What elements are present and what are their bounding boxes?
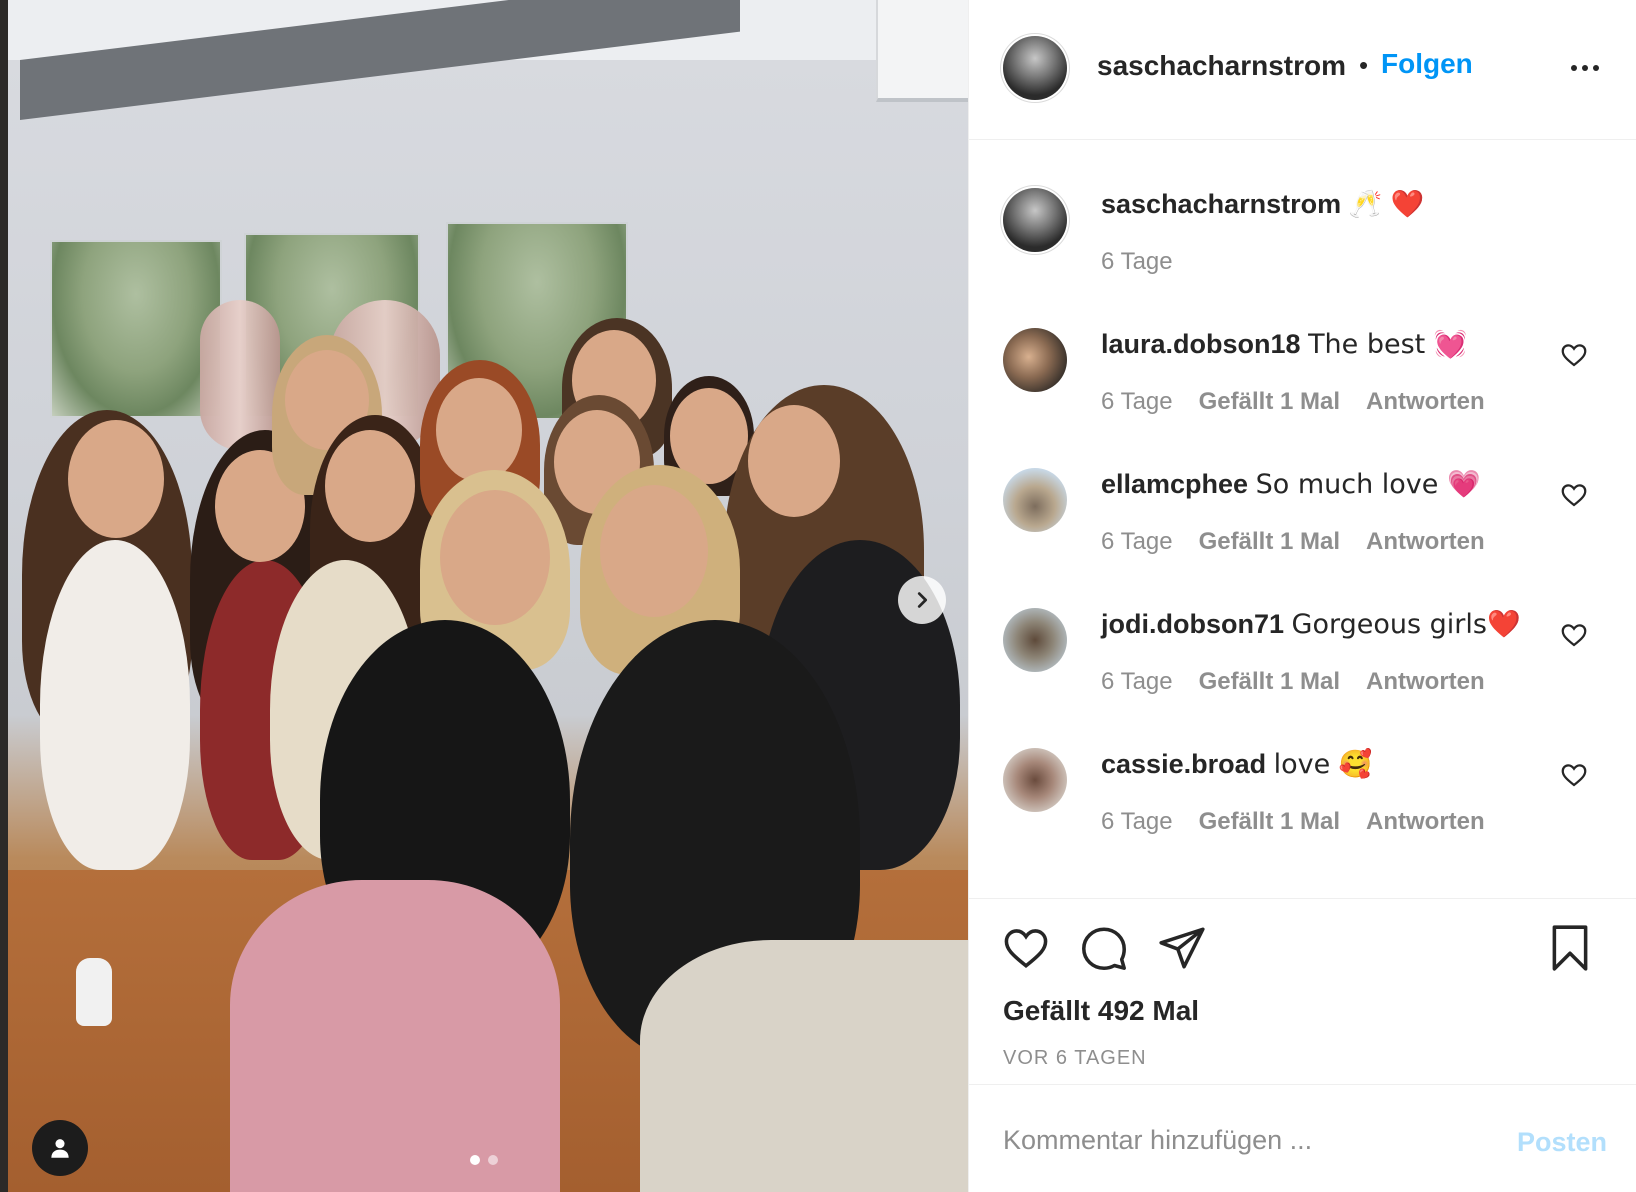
comment-icon [1082, 927, 1126, 970]
author-avatar[interactable] [1003, 36, 1067, 100]
user-tag-icon [51, 1139, 69, 1158]
share-button[interactable] [1157, 923, 1207, 973]
photo-left-edge [0, 0, 8, 1192]
comment-body: So much love 💗 [1255, 469, 1481, 500]
like-button[interactable] [1001, 923, 1051, 973]
caption-username[interactable]: saschacharnstrom [1101, 189, 1341, 219]
photo-person-head [436, 378, 522, 482]
comment-button[interactable] [1079, 923, 1129, 973]
photo-person-head [748, 405, 840, 517]
carousel-dot [470, 1155, 480, 1165]
author-username[interactable]: saschacharnstrom [1097, 50, 1346, 82]
photo-air-conditioner [876, 0, 968, 102]
bookmark-icon [1552, 925, 1588, 971]
comment-username[interactable]: laura.dobson18 [1101, 329, 1301, 359]
comment-time: 6 Tage [1101, 808, 1173, 835]
save-button[interactable] [1545, 923, 1595, 973]
comment-meta: 6 Tage Gefällt 1 Mal Antworten [1101, 388, 1485, 416]
chevron-right-icon [917, 592, 928, 608]
post-timestamp: VOR 6 TAGEN [1003, 1047, 1147, 1069]
reply-button[interactable]: Antworten [1366, 388, 1485, 416]
comment-like-heart-icon[interactable] [1559, 760, 1589, 790]
photo-person-skirt [640, 940, 968, 1192]
comment-text: cassie.broad love 🥰 [1101, 748, 1372, 780]
like-count[interactable]: Gefällt 492 Mal [1003, 995, 1199, 1027]
post-actions: Gefällt 492 Mal VOR 6 TAGEN [969, 898, 1636, 1084]
caption-meta: 6 Tage [1101, 248, 1173, 276]
caption-avatar[interactable] [1003, 188, 1067, 252]
comment-time: 6 Tage [1101, 388, 1173, 415]
photo-person-head [600, 485, 708, 617]
reply-button[interactable]: Antworten [1366, 808, 1485, 836]
header-separator: • [1359, 50, 1369, 80]
post-side-panel: saschacharnstrom • Folgen saschacharnstr… [968, 0, 1636, 1192]
post-header: saschacharnstrom • Folgen [969, 0, 1636, 140]
follow-button[interactable]: Folgen [1381, 48, 1473, 80]
comment-body: love 🥰 [1273, 749, 1373, 780]
more-dots-icon [1571, 65, 1577, 71]
paper-plane-icon [1159, 927, 1205, 969]
post-photo[interactable] [0, 0, 968, 1192]
add-comment-bar: Posten [969, 1084, 1636, 1192]
comment-likes-link[interactable]: Gefällt 1 Mal [1199, 668, 1340, 696]
comment-likes-link[interactable]: Gefällt 1 Mal [1199, 388, 1340, 416]
photo-painting [50, 240, 222, 418]
carousel-next-button[interactable] [898, 576, 946, 624]
photo-balloon [200, 300, 280, 450]
comment-avatar[interactable] [1003, 468, 1067, 532]
comment-like-heart-icon[interactable] [1559, 340, 1589, 370]
comment-meta: 6 Tage Gefällt 1 Mal Antworten [1101, 528, 1485, 556]
comments-list: saschacharnstrom 🥂 ❤️ 6 Tage laura.dobso… [969, 140, 1636, 898]
comment-avatar[interactable] [1003, 608, 1067, 672]
photo-person-head [325, 430, 415, 542]
photo-person-head [440, 490, 550, 625]
more-options-button[interactable] [1571, 58, 1607, 78]
comment-likes-link[interactable]: Gefällt 1 Mal [1199, 808, 1340, 836]
comment-body: Gorgeous girls❤️ [1291, 609, 1521, 640]
comment-body: The best 💓 [1308, 329, 1468, 360]
comment-input[interactable] [1003, 1115, 1503, 1165]
photo-salt-shaker [76, 958, 112, 1026]
caption-body: 🥂 ❤️ [1348, 189, 1425, 220]
post-comment-button[interactable]: Posten [1517, 1127, 1607, 1158]
carousel-dot [488, 1155, 498, 1165]
photo-person-body [40, 540, 190, 870]
comment-likes-link[interactable]: Gefällt 1 Mal [1199, 528, 1340, 556]
comment-meta: 6 Tage Gefällt 1 Mal Antworten [1101, 668, 1485, 696]
caption-text: saschacharnstrom 🥂 ❤️ [1101, 188, 1424, 220]
caption-time: 6 Tage [1101, 248, 1173, 275]
comment-time: 6 Tage [1101, 528, 1173, 555]
reply-button[interactable]: Antworten [1366, 528, 1485, 556]
comment-time: 6 Tage [1101, 668, 1173, 695]
heart-icon [1004, 929, 1048, 968]
reply-button[interactable]: Antworten [1366, 668, 1485, 696]
comment-like-heart-icon[interactable] [1559, 480, 1589, 510]
comment-username[interactable]: ellamcphee [1101, 469, 1248, 499]
comment-meta: 6 Tage Gefällt 1 Mal Antworten [1101, 808, 1485, 836]
comment-text: laura.dobson18 The best 💓 [1101, 328, 1467, 360]
carousel-indicator [470, 1155, 498, 1165]
comment-username[interactable]: cassie.broad [1101, 749, 1266, 779]
more-dots-icon [1582, 65, 1588, 71]
photo-person-legs [230, 880, 560, 1192]
more-dots-icon [1593, 65, 1599, 71]
comment-avatar[interactable] [1003, 328, 1067, 392]
comment-like-heart-icon[interactable] [1559, 620, 1589, 650]
comment-text: jodi.dobson71 Gorgeous girls❤️ [1101, 608, 1521, 640]
comment-avatar[interactable] [1003, 748, 1067, 812]
photo-person-head [68, 420, 164, 538]
tagged-users-button[interactable] [32, 1120, 88, 1176]
comment-text: ellamcphee So much love 💗 [1101, 468, 1481, 500]
comment-username[interactable]: jodi.dobson71 [1101, 609, 1284, 639]
